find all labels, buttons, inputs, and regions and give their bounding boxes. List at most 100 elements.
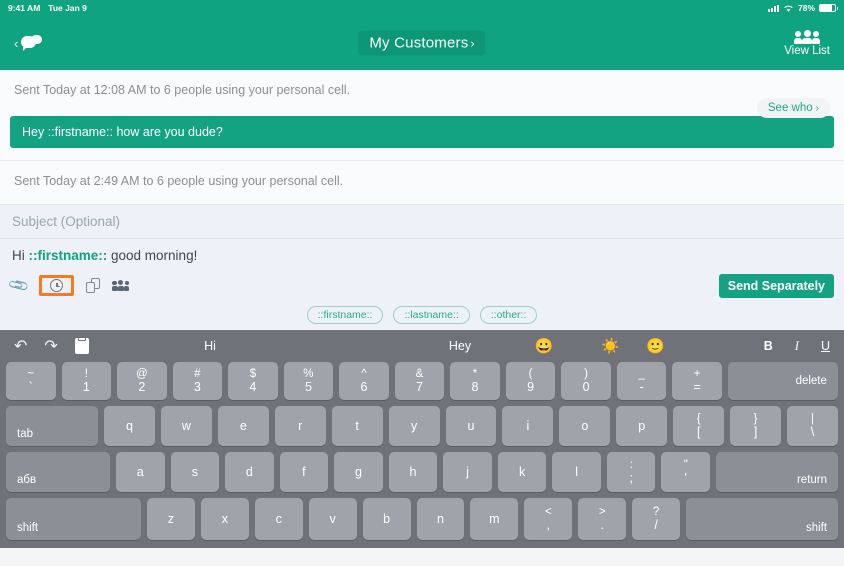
status-bar: 9:41 AM Tue Jan 9 78% xyxy=(0,0,844,16)
page-title-button[interactable]: My Customers › xyxy=(358,30,486,56)
key-bottom-label: z xyxy=(167,511,175,526)
key-top-label: ^ xyxy=(361,367,367,380)
key-[[interactable]: {[ xyxy=(673,406,725,446)
key-shift-left[interactable]: shift xyxy=(6,498,141,540)
key-9[interactable]: (9 xyxy=(505,362,556,400)
key-4[interactable]: $4 xyxy=(228,362,278,400)
key-5[interactable]: % 5 xyxy=(283,362,334,400)
key-n[interactable]: n xyxy=(416,498,465,540)
key-return[interactable]: return xyxy=(716,452,839,492)
key-'[interactable]: " ' xyxy=(661,452,711,492)
duplicate-icon[interactable] xyxy=(86,278,101,293)
key-v[interactable]: v xyxy=(308,498,357,540)
key--[interactable]: _ - xyxy=(616,362,667,400)
attach-icon[interactable]: 📎 xyxy=(7,274,31,298)
recipients-group-icon[interactable] xyxy=(112,279,130,292)
key-`[interactable]: ~ ` xyxy=(6,362,56,400)
key-7[interactable]: & 7 xyxy=(394,362,445,400)
key-bottom-label: ] xyxy=(753,424,758,439)
schedule-clock-button-highlighted[interactable] xyxy=(39,275,75,296)
key-tab[interactable]: tab xyxy=(6,406,98,446)
key-bottom-label: 7 xyxy=(416,379,423,394)
chip-firstname[interactable]: ::firstname:: xyxy=(306,306,384,324)
subject-input[interactable]: Subject (Optional) xyxy=(0,204,844,239)
suggestion-hey[interactable]: Hey xyxy=(420,339,500,353)
key-8[interactable]: * 8 xyxy=(450,362,500,400)
key-c[interactable]: c xyxy=(254,498,303,540)
key-top-label: > xyxy=(598,505,606,518)
on-screen-keyboard: ↶ ↷ Hi Hey 😀 ☀️ 🙂 B I U ~ `! 1 @2 #3 $4% 5 ^ 6 & 7… xyxy=(0,330,844,548)
key-h[interactable]: h xyxy=(388,452,438,492)
message-thread: Sent Today at 12:08 AM to 6 people using… xyxy=(0,70,844,204)
key-shift-right[interactable]: shift xyxy=(686,498,839,540)
key-bottom-label: 6 xyxy=(360,379,368,394)
key-z[interactable]: z xyxy=(147,498,195,540)
key-l[interactable]: l xyxy=(552,452,601,492)
key-o[interactable]: o xyxy=(559,406,611,446)
key-bottom-label: 0 xyxy=(582,379,590,394)
key-u[interactable]: u xyxy=(445,406,497,446)
key-bottom-label: q xyxy=(125,418,133,433)
key-i[interactable]: i xyxy=(502,406,554,446)
key-0[interactable]: ) 0 xyxy=(561,362,611,400)
keyboard-row-top: tab q w e r t y u i o p{[}] | \ xyxy=(0,406,844,452)
key-t[interactable]: t xyxy=(331,406,383,446)
key-x[interactable]: x xyxy=(200,498,249,540)
status-time: 9:41 AM xyxy=(8,3,41,13)
key-1[interactable]: ! 1 xyxy=(61,362,112,400)
key-,[interactable]: <, xyxy=(524,498,573,540)
key-bottom-label: ; xyxy=(629,470,633,485)
key-6[interactable]: ^ 6 xyxy=(339,362,389,400)
view-list-button[interactable]: View List xyxy=(784,29,830,57)
key-w[interactable]: w xyxy=(160,406,212,446)
bold-button[interactable]: B xyxy=(764,339,773,353)
key-=[interactable]: + = xyxy=(672,362,722,400)
key-bottom-label: c xyxy=(275,511,282,526)
key-.[interactable]: >. xyxy=(578,498,627,540)
key-3[interactable]: #3 xyxy=(172,362,223,400)
message-input[interactable]: Hi ::firstname:: good morning! xyxy=(0,239,844,272)
key-d[interactable]: d xyxy=(225,452,274,492)
see-who-button[interactable]: See who › xyxy=(756,98,830,118)
key-\[interactable]: | \ xyxy=(787,406,838,446)
key-j[interactable]: j xyxy=(443,452,492,492)
key-;[interactable]: :; xyxy=(606,452,656,492)
key-/[interactable]: ? / xyxy=(632,498,681,540)
key-q[interactable]: q xyxy=(104,406,155,446)
key-s[interactable]: s xyxy=(170,452,220,492)
send-separately-button[interactable]: Send Separately xyxy=(718,274,834,298)
emoji-suggestion-sun[interactable]: ☀️ xyxy=(588,337,633,355)
key-bottom-label: 1 xyxy=(82,379,90,394)
back-to-messages-button[interactable]: ‹ xyxy=(14,34,44,52)
see-who-label: See who xyxy=(767,102,813,114)
suggestion-hi[interactable]: Hi xyxy=(0,339,420,353)
key-b[interactable]: b xyxy=(362,498,411,540)
status-bar-right: 78% xyxy=(767,3,838,13)
app-header: ‹ My Customers › View List xyxy=(0,16,844,70)
key-f[interactable]: f xyxy=(279,452,329,492)
emoji-suggestion-grinning[interactable]: 😀 xyxy=(500,337,588,355)
key-g[interactable]: g xyxy=(334,452,383,492)
key-m[interactable]: m xyxy=(470,498,519,540)
underline-button[interactable]: U xyxy=(821,339,830,353)
battery-icon xyxy=(819,4,838,12)
key-delete[interactable]: delete xyxy=(727,362,838,400)
emoji-suggestion-smile[interactable]: 🙂 xyxy=(633,337,678,355)
sent-message-bubble[interactable]: Hey ::firstname:: how are you dude? xyxy=(10,116,834,148)
key-bottom-label: r xyxy=(298,418,303,433)
key-p[interactable]: p xyxy=(616,406,668,446)
key-e[interactable]: e xyxy=(217,406,269,446)
chip-lastname[interactable]: ::lastname:: xyxy=(393,306,470,324)
chip-other[interactable]: ::other:: xyxy=(479,306,538,324)
key-2[interactable]: @2 xyxy=(117,362,167,400)
key-k[interactable]: k xyxy=(497,452,547,492)
keyboard-row-numbers: ~ `! 1 @2 #3 $4% 5 ^ 6 & 7 * 8(9) 0 _ - + = delete xyxy=(0,362,844,406)
key-y[interactable]: y xyxy=(388,406,440,446)
key-r[interactable]: r xyxy=(274,406,326,446)
key-][interactable]: }] xyxy=(730,406,782,446)
key-bottom-label: a xyxy=(136,464,144,479)
italic-button[interactable]: I xyxy=(795,339,799,354)
key-bottom-label: t xyxy=(355,418,359,433)
key-language-switch[interactable]: абв xyxy=(6,452,110,492)
key-a[interactable]: a xyxy=(116,452,165,492)
